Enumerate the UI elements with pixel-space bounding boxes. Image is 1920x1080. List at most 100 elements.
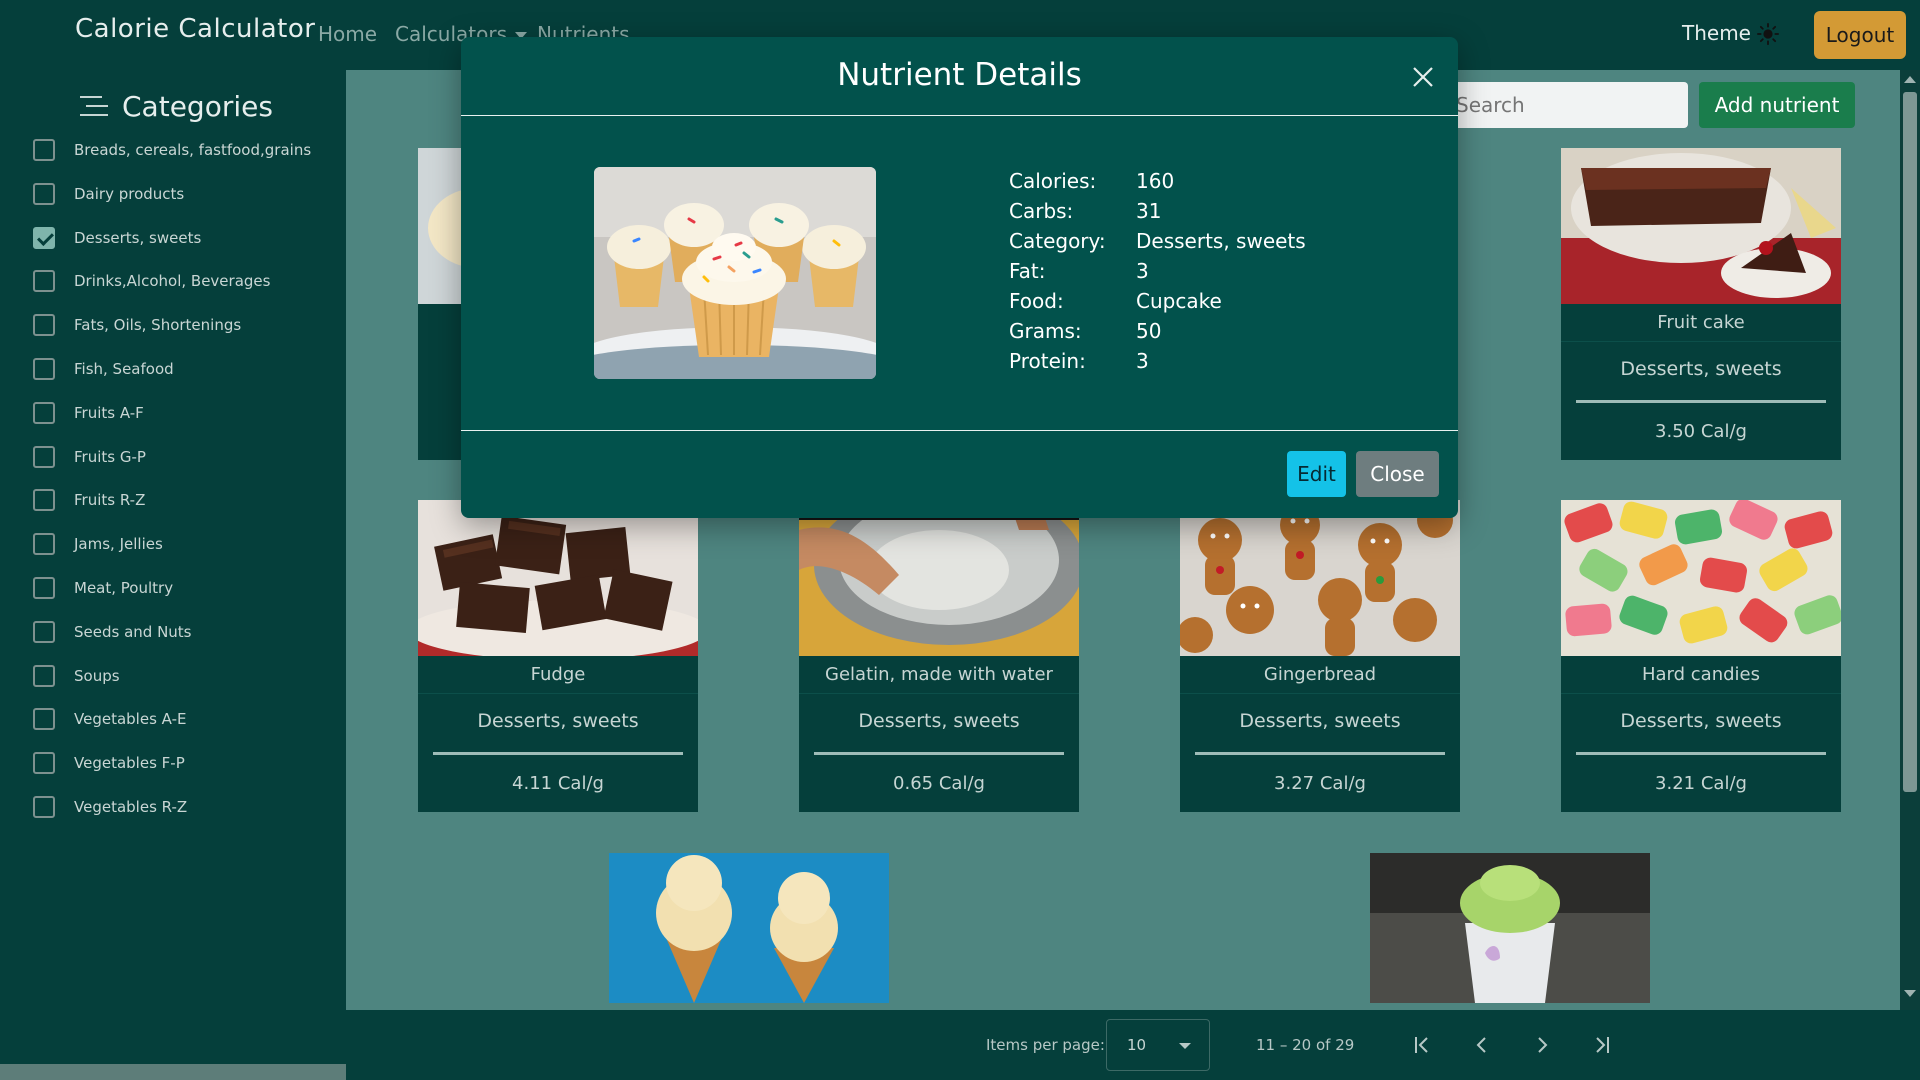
chevron-down-icon [1179, 1043, 1191, 1049]
last-page-icon [1596, 1037, 1609, 1053]
nutrient-card-gelatin[interactable]: Gelatin, made with water Desserts, sweet… [799, 500, 1079, 812]
category-label: Vegetables A-E [74, 710, 187, 729]
scroll-up-arrow[interactable] [1904, 76, 1916, 83]
category-item[interactable]: Dairy products [33, 181, 184, 207]
card-category: Desserts, sweets [1620, 358, 1782, 380]
nav-home-link[interactable]: Home [318, 22, 377, 46]
nutrient-card-fudge[interactable]: Fudge Desserts, sweets 4.11 Cal/g [418, 500, 698, 812]
card-image [1561, 500, 1841, 656]
category-item[interactable]: Desserts, sweets [33, 225, 201, 251]
items-per-page-select[interactable]: 10 [1106, 1019, 1210, 1071]
nutrient-card-frozen-treat[interactable] [1370, 853, 1650, 1003]
menu-lines-icon[interactable] [80, 95, 108, 117]
detail-key: Food: [1009, 289, 1064, 313]
card-image [418, 500, 698, 656]
category-item[interactable]: Breads, cereals, fastfood,grains [33, 137, 311, 163]
category-checkbox[interactable] [33, 752, 55, 775]
close-icon[interactable] [1411, 65, 1435, 89]
detail-value: Cupcake [1136, 289, 1222, 313]
category-checkbox[interactable] [33, 489, 55, 512]
detail-key: Fat: [1009, 259, 1046, 283]
category-label: Jams, Jellies [74, 535, 163, 554]
category-item[interactable]: Fruits A-F [33, 400, 144, 426]
card-image [1180, 500, 1460, 656]
close-button[interactable]: Close [1356, 451, 1439, 497]
card-food-name: Hard candies [1561, 656, 1841, 694]
category-checkbox[interactable] [33, 708, 55, 731]
detail-key: Protein: [1009, 349, 1086, 373]
category-label: Desserts, sweets [74, 228, 202, 247]
modal-title: Nutrient Details [837, 57, 1082, 93]
items-per-page-value: 10 [1127, 1036, 1147, 1054]
category-checkbox[interactable] [33, 577, 55, 599]
category-checkbox[interactable] [33, 182, 55, 205]
category-item[interactable]: Fruits G-P [33, 444, 146, 470]
category-checkbox[interactable] [33, 533, 55, 556]
nutrient-card-hard-candies[interactable]: Hard candies Desserts, sweets 3.21 Cal/g [1561, 500, 1841, 812]
category-checkbox[interactable] [33, 620, 55, 643]
card-category: Desserts, sweets [858, 710, 1020, 732]
next-page-button[interactable] [1527, 1030, 1557, 1060]
category-checkbox[interactable] [33, 226, 55, 249]
category-checkbox[interactable] [33, 358, 55, 380]
category-item[interactable]: Seeds and Nuts [33, 619, 192, 645]
category-item[interactable]: Fruits R-Z [33, 487, 145, 513]
category-label: Fish, Seafood [74, 360, 174, 378]
detail-key: Grams: [1009, 319, 1082, 343]
category-checkbox[interactable] [33, 270, 55, 293]
detail-value: 3 [1136, 349, 1149, 373]
category-item[interactable]: Meat, Poultry [33, 575, 173, 601]
scroll-down-arrow[interactable] [1904, 990, 1916, 997]
category-label: Seeds and Nuts [74, 622, 192, 641]
category-item[interactable]: Fats, Oils, Shortenings [33, 312, 241, 338]
category-item[interactable]: Soups [33, 663, 120, 689]
add-nutrient-button[interactable]: Add nutrient [1699, 82, 1855, 128]
category-item[interactable]: Drinks,Alcohol, Beverages [33, 268, 270, 294]
card-category: Desserts, sweets [1239, 710, 1401, 732]
category-label: Dairy products [74, 184, 185, 203]
last-page-button[interactable] [1586, 1030, 1616, 1060]
category-checkbox[interactable] [33, 314, 55, 337]
category-label: Drinks,Alcohol, Beverages [74, 272, 271, 291]
detail-value: 50 [1136, 319, 1162, 343]
edit-button[interactable]: Edit [1287, 451, 1346, 497]
logout-button[interactable]: Logout [1814, 11, 1906, 59]
detail-key: Category: [1009, 229, 1106, 253]
card-image [799, 500, 1079, 656]
card-food-name: Fruit cake [1561, 304, 1841, 342]
items-per-page-label: Items per page: [986, 1036, 1105, 1054]
detail-value: 3 [1136, 259, 1149, 283]
card-image [1561, 148, 1841, 304]
category-item[interactable]: Vegetables A-E [33, 706, 186, 732]
sidebar-scrollbar[interactable] [0, 1064, 346, 1080]
category-checkbox[interactable] [33, 796, 55, 818]
category-item[interactable]: Jams, Jellies [33, 531, 163, 557]
category-item[interactable]: Vegetables F-P [33, 750, 185, 776]
first-page-button[interactable] [1408, 1030, 1438, 1060]
category-checkbox[interactable] [33, 401, 55, 424]
scrollbar-thumb[interactable] [1903, 92, 1917, 792]
previous-page-button[interactable] [1467, 1030, 1497, 1060]
nutrient-card-ice-cream[interactable] [609, 853, 889, 1003]
sun-icon[interactable] [1757, 23, 1779, 45]
first-page-icon [1415, 1037, 1428, 1053]
category-item[interactable]: Vegetables R-Z [33, 794, 187, 820]
detail-key: Carbs: [1009, 199, 1074, 223]
card-calories: 3.21 Cal/g [1655, 772, 1747, 794]
category-label: Vegetables F-P [74, 754, 185, 773]
theme-label[interactable]: Theme [1682, 21, 1751, 45]
category-item[interactable]: Fish, Seafood [33, 356, 174, 382]
detail-value: 31 [1136, 199, 1162, 223]
card-calories: 0.65 Cal/g [893, 772, 985, 794]
nutrient-card-fruit-cake[interactable]: Fruit cake Desserts, sweets 3.50 Cal/g [1561, 148, 1841, 460]
card-category: Desserts, sweets [1620, 710, 1782, 732]
category-label: Fats, Oils, Shortenings [74, 316, 242, 335]
category-checkbox[interactable] [33, 664, 55, 687]
category-label: Soups [74, 666, 120, 685]
detail-value: Desserts, sweets [1136, 229, 1306, 253]
category-checkbox[interactable] [33, 139, 55, 161]
category-checkbox[interactable] [33, 445, 55, 468]
brand-title[interactable]: Calorie Calculator [75, 14, 315, 44]
nutrient-card-gingerbread[interactable]: Gingerbread Desserts, sweets 3.27 Cal/g [1180, 500, 1460, 812]
chevron-left-icon [1476, 1037, 1486, 1053]
